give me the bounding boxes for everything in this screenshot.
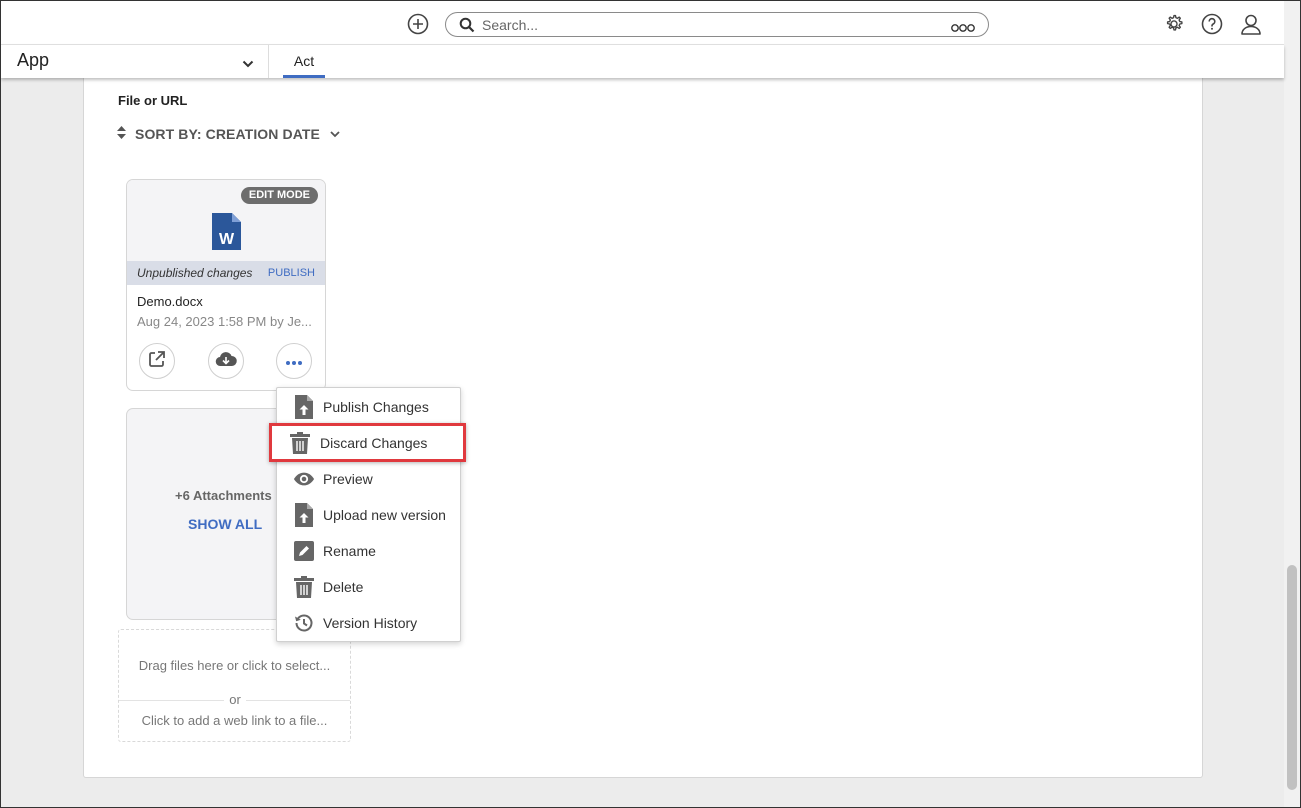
upload-file-icon [293,503,315,527]
unpublished-text: Unpublished changes [137,266,253,280]
history-icon [293,612,315,634]
or-label: or [224,692,246,707]
menu-item-rename[interactable]: Rename [277,534,460,568]
upload-file-icon [293,395,315,419]
file-dropzone[interactable]: Drag files here or click to select... or… [118,629,351,742]
more-options-button[interactable] [276,343,312,379]
section-title: File or URL [118,93,188,108]
trash-icon [293,576,315,598]
app-bar: App Act [1,45,1284,78]
user-icon[interactable] [1239,12,1263,36]
add-circle-icon[interactable] [406,12,430,36]
open-external-button[interactable] [139,343,175,379]
edit-mode-badge: EDIT MODE [240,187,318,204]
search-input[interactable]: Search... [482,17,538,33]
menu-item-version-history[interactable]: Version History [277,606,460,640]
menu-item-delete[interactable]: Delete [277,570,460,604]
publish-link[interactable]: PUBLISH [268,267,315,279]
file-name[interactable]: Demo.docx [137,294,203,309]
menu-item-preview[interactable]: Preview [277,462,460,496]
word-document-icon: W [212,213,241,255]
more-dots-icon[interactable] [951,20,975,38]
drag-files-text[interactable]: Drag files here or click to select... [119,658,350,673]
app-selector[interactable]: App [1,45,269,78]
menu-item-label: Upload new version [323,507,446,523]
sort-label: SORT BY: CREATION DATE [135,126,320,142]
attachments-count: +6 Attachments [175,488,272,503]
trash-icon [289,431,311,454]
unpublished-bar: Unpublished changes PUBLISH [127,261,325,285]
menu-item-label: Delete [323,579,364,595]
app-label: App [17,50,50,70]
eye-icon [293,468,315,490]
ellipsis-icon [286,352,302,370]
tab-act[interactable]: Act [283,45,325,78]
sort-icon [117,126,126,142]
download-button[interactable] [208,343,244,379]
scrollbar-thumb[interactable] [1287,565,1297,790]
pencil-icon [293,540,315,562]
menu-item-discard-changes[interactable]: Discard Changes [269,423,466,462]
external-link-icon [148,350,166,373]
help-icon[interactable] [1200,12,1224,36]
svg-text:W: W [219,231,235,248]
add-web-link-text[interactable]: Click to add a web link to a file... [119,713,350,728]
file-card[interactable]: EDIT MODE W Unpublished changes PUBLISH … [126,179,326,391]
sort-control[interactable]: SORT BY: CREATION DATE [117,126,340,142]
menu-item-publish-changes[interactable]: Publish Changes [277,390,460,424]
gear-icon[interactable] [1162,12,1186,36]
menu-item-label: Rename [323,543,376,559]
menu-item-label: Version History [323,615,418,631]
file-preview[interactable]: EDIT MODE W [127,180,325,261]
menu-item-label: Preview [323,471,373,487]
search-bar[interactable]: Search... [445,12,989,37]
menu-item-label: Discard Changes [320,434,428,451]
top-bar: Search... [1,1,1284,45]
file-meta: Aug 24, 2023 1:58 PM by Je... [137,314,312,329]
search-icon [459,17,475,38]
cloud-download-icon [215,351,237,372]
chevron-down-icon [330,130,340,138]
show-all-link[interactable]: SHOW ALL [188,516,262,532]
menu-item-upload-new-version[interactable]: Upload new version [277,498,460,532]
chevron-down-icon [242,55,254,73]
menu-item-label: Publish Changes [323,399,429,415]
